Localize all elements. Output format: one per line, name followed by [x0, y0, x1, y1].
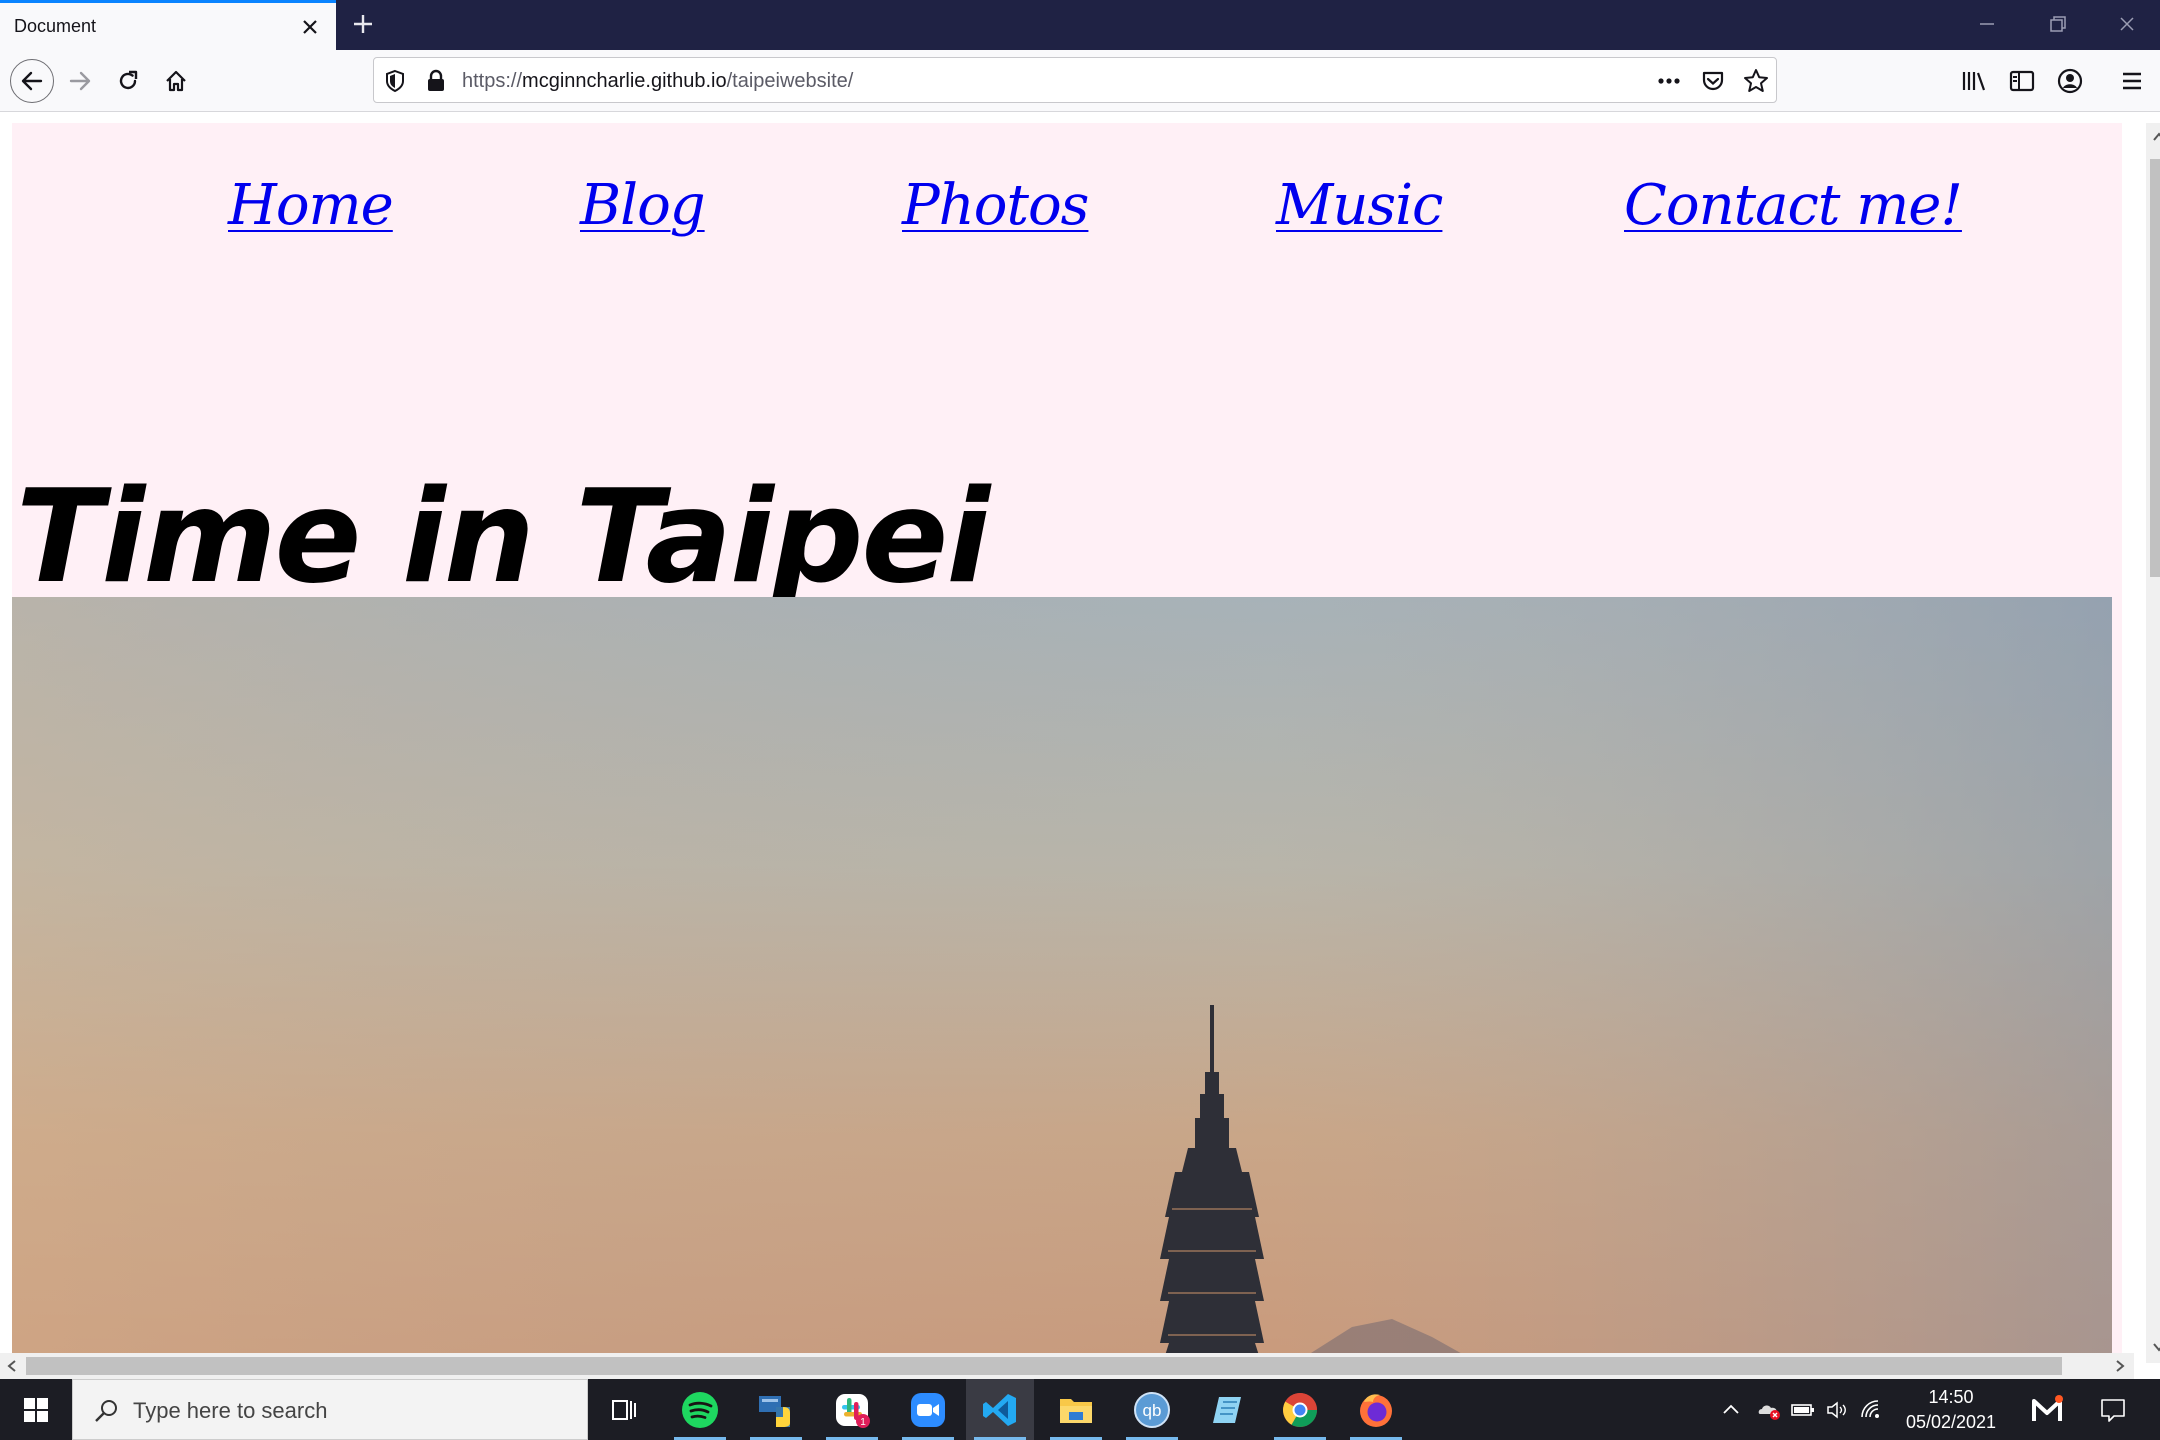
- nav-link-contact[interactable]: Contact me!: [1624, 173, 1963, 238]
- action-center-icon[interactable]: [2098, 1395, 2128, 1425]
- zoom-icon: [911, 1392, 945, 1427]
- gmail-notifier-icon[interactable]: [2030, 1393, 2064, 1427]
- windows-logo-icon: [24, 1397, 48, 1422]
- taipei-101-hero-image: [12, 597, 2112, 1365]
- tab-document[interactable]: Document: [0, 0, 336, 50]
- sidebar-button[interactable]: [2002, 61, 2042, 101]
- onedrive-error-icon[interactable]: [1756, 1397, 1782, 1423]
- close-tab-icon[interactable]: [298, 15, 322, 39]
- windows-taskbar: Type here to search 1 qb 14:50 05/02/202…: [0, 1379, 2160, 1440]
- search-icon: [95, 1400, 117, 1422]
- forward-button[interactable]: [60, 61, 100, 101]
- hamburger-menu-icon: [2123, 72, 2141, 90]
- clock-date: 05/02/2021: [1905, 1412, 1997, 1432]
- taskbar-spotify[interactable]: [666, 1379, 734, 1440]
- navigation-toolbar: https://mcginncharlie.github.io/taipeiwe…: [0, 50, 2160, 112]
- firefox-icon: [1360, 1393, 1392, 1427]
- forward-arrow-icon: [69, 71, 91, 91]
- url-text[interactable]: https://mcginncharlie.github.io/taipeiwe…: [462, 70, 853, 93]
- browser-tab-bar: Document: [0, 0, 2160, 50]
- taskbar-search-box[interactable]: Type here to search: [72, 1379, 588, 1440]
- back-button[interactable]: [10, 59, 54, 103]
- taskbar-firefox[interactable]: [1342, 1379, 1410, 1440]
- taskbar-vscode[interactable]: [966, 1379, 1034, 1440]
- bookmark-star-icon[interactable]: [1742, 67, 1770, 95]
- nav-link-blog[interactable]: Blog: [580, 173, 706, 238]
- slack-badge-count: 1: [860, 1417, 866, 1428]
- taskbar-clock[interactable]: 14:50 05/02/2021: [1886, 1385, 2016, 1435]
- url-bar[interactable]: https://mcginncharlie.github.io/taipeiwe…: [373, 57, 1777, 103]
- sidebar-icon: [2009, 70, 2035, 92]
- show-hidden-icons-icon[interactable]: [1718, 1397, 1744, 1423]
- scroll-left-icon[interactable]: [6, 1359, 18, 1373]
- horizontal-scroll-thumb[interactable]: [26, 1357, 2062, 1375]
- tab-title: Document: [14, 16, 97, 36]
- slack-icon: 1: [836, 1393, 870, 1428]
- taskbar-zoom[interactable]: [894, 1379, 962, 1440]
- taskbar-notepad[interactable]: [1194, 1379, 1262, 1440]
- vertical-scroll-thumb[interactable]: [2150, 159, 2160, 577]
- url-prefix: https://: [462, 70, 523, 92]
- lock-icon[interactable]: [426, 69, 446, 93]
- taskbar-python[interactable]: [742, 1379, 810, 1440]
- qbittorrent-icon: qb: [1134, 1391, 1170, 1428]
- library-icon: [1962, 72, 1986, 91]
- taskbar-slack[interactable]: 1: [818, 1379, 886, 1440]
- account-icon: [2057, 68, 2083, 94]
- wifi-icon[interactable]: [1858, 1397, 1884, 1423]
- file-explorer-icon: [1060, 1398, 1092, 1423]
- close-window-icon[interactable]: [2112, 10, 2142, 38]
- menu-button[interactable]: [2112, 61, 2152, 101]
- spotify-icon: [682, 1391, 718, 1428]
- vscode-icon: [983, 1393, 1016, 1426]
- task-view-button[interactable]: [590, 1379, 658, 1440]
- web-content: Home Blog Photos Music Contact me! Time …: [0, 113, 2160, 1379]
- url-domain: mcginncharlie.github.io: [522, 70, 727, 92]
- library-button[interactable]: [1954, 61, 1994, 101]
- restore-icon[interactable]: [2042, 10, 2072, 38]
- clock-time: 14:50: [1928, 1387, 1974, 1407]
- taskbar-file-explorer[interactable]: [1042, 1379, 1110, 1440]
- qbittorrent-label: qb: [1143, 1401, 1162, 1420]
- account-button[interactable]: [2050, 61, 2090, 101]
- home-icon: [166, 70, 186, 92]
- page-title: Time in Taipei: [16, 463, 990, 612]
- scroll-up-icon[interactable]: [2152, 131, 2160, 143]
- nav-link-music[interactable]: Music: [1276, 173, 1443, 238]
- battery-icon[interactable]: [1790, 1397, 1816, 1423]
- vertical-scrollbar[interactable]: [2146, 123, 2160, 1363]
- site-nav: Home Blog Photos Music Contact me!: [12, 173, 2122, 243]
- notepad-icon: [1213, 1396, 1241, 1423]
- tracking-shield-icon[interactable]: [384, 69, 406, 93]
- home-button[interactable]: [156, 61, 196, 101]
- python-icon: [759, 1395, 790, 1427]
- scroll-right-icon[interactable]: [2114, 1359, 2126, 1373]
- nav-link-home[interactable]: Home: [228, 173, 394, 238]
- nav-link-photos[interactable]: Photos: [902, 173, 1089, 238]
- back-arrow-icon: [21, 71, 43, 91]
- chrome-icon: [1283, 1392, 1317, 1427]
- more-actions-icon[interactable]: [1656, 69, 1682, 93]
- pocket-icon[interactable]: [1700, 68, 1726, 94]
- reload-icon: [119, 70, 138, 90]
- taskbar-qbittorrent[interactable]: qb: [1118, 1379, 1186, 1440]
- reload-button[interactable]: [108, 61, 148, 101]
- task-view-icon: [612, 1399, 636, 1420]
- search-placeholder: Type here to search: [133, 1398, 328, 1423]
- taipei-page: Home Blog Photos Music Contact me! Time …: [12, 123, 2160, 1365]
- taskbar-chrome[interactable]: [1266, 1379, 1334, 1440]
- scroll-down-icon[interactable]: [2152, 1341, 2160, 1353]
- url-path: /taipeiwebsite/: [726, 70, 854, 92]
- volume-icon[interactable]: [1824, 1397, 1850, 1423]
- start-button[interactable]: [0, 1379, 72, 1440]
- horizontal-scrollbar[interactable]: [0, 1353, 2134, 1379]
- new-tab-icon[interactable]: [350, 11, 376, 37]
- minimize-icon[interactable]: [1972, 10, 2002, 38]
